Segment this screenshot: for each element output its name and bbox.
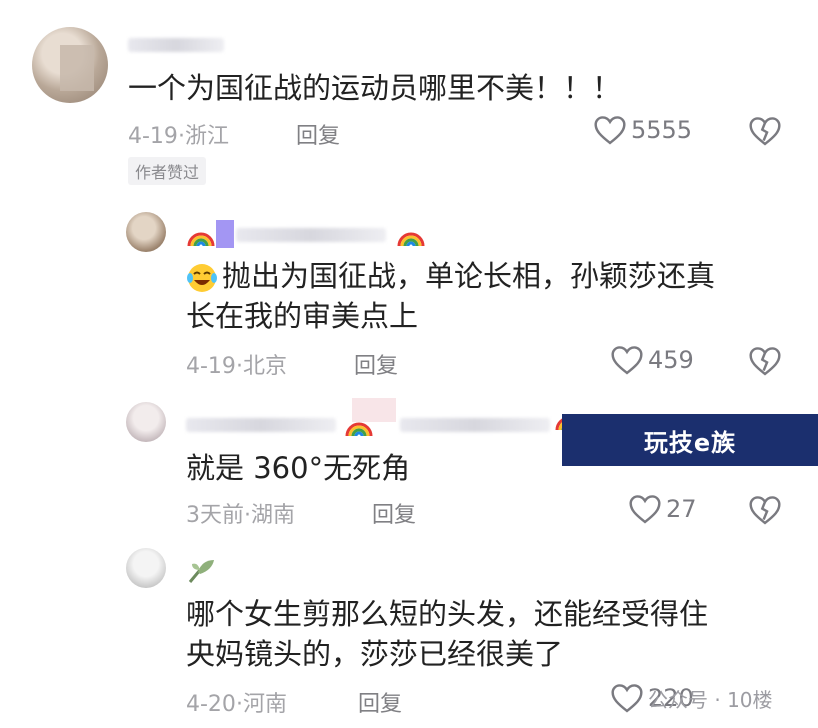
comment-meta: 3天前·湖南 bbox=[186, 497, 295, 529]
rainbow-emoji-icon bbox=[396, 226, 426, 247]
comment-date: 4-19 bbox=[186, 354, 236, 379]
heart-outline-icon bbox=[593, 115, 627, 145]
comment-text: 哪个女生剪那么短的头发，还能经受得住 bbox=[186, 597, 709, 631]
broken-heart-icon[interactable] bbox=[748, 346, 782, 376]
avatar[interactable] bbox=[126, 548, 166, 588]
avatar[interactable] bbox=[126, 212, 166, 252]
avatar[interactable] bbox=[126, 402, 166, 442]
comment-location: 浙江 bbox=[184, 124, 229, 149]
meta-separator: · bbox=[235, 354, 243, 379]
broken-heart-icon[interactable] bbox=[748, 495, 782, 525]
comment-text-line: 长在我的审美点上 bbox=[186, 299, 419, 333]
meta-separator: · bbox=[235, 692, 243, 717]
reply-button[interactable]: 回复 bbox=[354, 348, 398, 380]
comment-date: 4-20 bbox=[186, 692, 236, 717]
like-button[interactable]: 459 bbox=[610, 345, 694, 375]
avatar-mosaic bbox=[60, 45, 94, 91]
meta-separator: · bbox=[177, 124, 185, 149]
watermark-banner: 玩技e族 bbox=[562, 414, 818, 466]
heart-outline-icon bbox=[628, 494, 662, 524]
like-button[interactable]: 5555 bbox=[593, 115, 692, 145]
footer-watermark: 公众号 · 10楼 bbox=[648, 688, 773, 712]
username-blurred[interactable] bbox=[128, 38, 224, 52]
comment-location: 湖南 bbox=[251, 503, 296, 528]
broken-heart-icon[interactable] bbox=[748, 116, 782, 146]
plant-emoji-icon bbox=[186, 556, 216, 586]
avatar[interactable] bbox=[32, 27, 108, 103]
like-button[interactable]: 27 bbox=[628, 494, 697, 524]
comment-date: 3天前 bbox=[186, 503, 244, 528]
comment-date: 4-19 bbox=[128, 124, 178, 149]
comment-text: 抛出为国征战，单论长相，孙颖莎还真 bbox=[222, 259, 716, 293]
like-count: 27 bbox=[666, 495, 697, 523]
meta-separator: · bbox=[244, 503, 251, 528]
laughing-crying-emoji-icon bbox=[186, 262, 218, 294]
like-count: 5555 bbox=[631, 116, 693, 144]
like-count: 459 bbox=[648, 346, 694, 374]
username-blurred[interactable] bbox=[236, 228, 386, 242]
username-blurred-mark bbox=[216, 220, 234, 248]
username-blurred-mark bbox=[352, 398, 396, 422]
heart-outline-icon bbox=[610, 683, 644, 713]
comment-text: 一个为国征战的运动员哪里不美！！！ bbox=[128, 71, 622, 105]
reply-button[interactable]: 回复 bbox=[296, 118, 340, 150]
comment-text: 就是 360°无死角 bbox=[186, 451, 411, 485]
comment-meta: 4-19·北京 bbox=[186, 348, 287, 380]
author-liked-badge: 作者赞过 bbox=[128, 157, 207, 185]
comment-location: 河南 bbox=[242, 692, 287, 717]
comment-meta: 4-19·浙江 bbox=[128, 118, 229, 150]
comment-text-line: 央妈镜头的，莎莎已经很美了 bbox=[186, 637, 564, 671]
username-blurred[interactable] bbox=[400, 418, 550, 432]
username-blurred[interactable] bbox=[186, 418, 336, 432]
heart-outline-icon bbox=[610, 345, 644, 375]
rainbow-emoji-icon bbox=[186, 226, 216, 247]
comment-meta: 4-20·河南 bbox=[186, 686, 287, 718]
reply-button[interactable]: 回复 bbox=[358, 686, 402, 718]
comment-location: 北京 bbox=[242, 354, 287, 379]
reply-button[interactable]: 回复 bbox=[372, 497, 416, 529]
